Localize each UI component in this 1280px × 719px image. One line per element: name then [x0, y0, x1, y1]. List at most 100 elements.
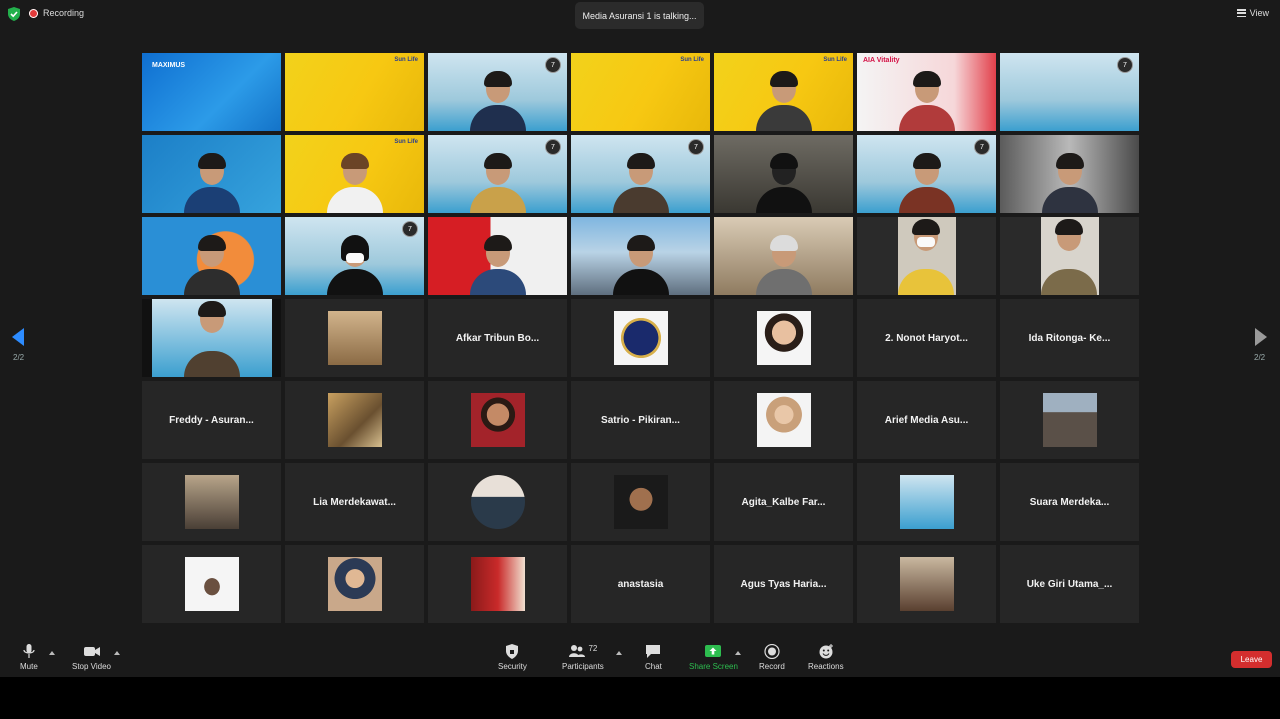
share-options-caret-icon[interactable] [735, 651, 741, 655]
video-tile[interactable] [1000, 217, 1139, 295]
participant-video [897, 217, 956, 295]
anniversary-badge: 7 [402, 221, 418, 237]
participants-button[interactable]: 72 Participants [562, 644, 604, 671]
participant-name: Agita_Kalbe Far... [741, 496, 826, 508]
anniversary-badge: 7 [688, 139, 704, 155]
video-tile[interactable]: 7 [285, 217, 424, 295]
participants-icon [569, 645, 586, 657]
mute-label: Mute [20, 662, 38, 671]
share-screen-button[interactable]: Share Screen [689, 644, 738, 671]
video-tile[interactable] [714, 217, 853, 295]
view-button[interactable]: View [1236, 8, 1269, 18]
name-tile[interactable]: Arief Media Asu... [857, 381, 996, 459]
name-tile[interactable]: Uke Giri Utama_... [1000, 545, 1139, 623]
profile-tile[interactable] [714, 299, 853, 377]
profile-tile[interactable] [1000, 381, 1139, 459]
profile-tile[interactable] [285, 299, 424, 377]
profile-tile[interactable] [428, 381, 567, 459]
name-tile[interactable]: Satrio - Pikiran... [571, 381, 710, 459]
leave-meeting-button[interactable]: Leave [1231, 651, 1272, 668]
audio-options-caret-icon[interactable] [49, 651, 55, 655]
video-tile[interactable]: Sun Life [714, 53, 853, 131]
participant-name: anastasia [617, 578, 664, 590]
video-tile[interactable] [142, 135, 281, 213]
video-tile[interactable]: 7 [857, 135, 996, 213]
video-tile[interactable] [142, 217, 281, 295]
chat-label: Chat [645, 662, 662, 671]
video-tile[interactable]: MAXIMUS [142, 53, 281, 131]
record-button[interactable]: Record [759, 644, 785, 671]
profile-tile[interactable] [571, 463, 710, 541]
profile-tile[interactable] [285, 545, 424, 623]
name-tile[interactable]: Suara Merdeka... [1000, 463, 1139, 541]
profile-picture [470, 557, 525, 611]
profile-tile[interactable] [142, 463, 281, 541]
stop-video-button[interactable]: Stop Video [72, 644, 111, 671]
profile-picture [613, 311, 668, 365]
recording-indicator[interactable]: Recording [29, 8, 84, 18]
record-icon [764, 644, 780, 659]
participant-name: Afkar Tribun Bo... [455, 332, 540, 344]
encryption-shield-icon[interactable] [8, 7, 20, 21]
name-tile[interactable]: Agita_Kalbe Far... [714, 463, 853, 541]
security-button[interactable]: Security [498, 644, 527, 671]
name-tile[interactable]: Afkar Tribun Bo... [428, 299, 567, 377]
video-tile[interactable] [857, 217, 996, 295]
profile-tile[interactable] [857, 545, 996, 623]
profile-picture [899, 557, 954, 611]
name-tile[interactable]: anastasia [571, 545, 710, 623]
video-tile[interactable]: Sun Life [285, 135, 424, 213]
video-tile[interactable] [1000, 135, 1139, 213]
participant-video [151, 299, 272, 377]
participant-name: Arief Media Asu... [884, 414, 969, 426]
next-page-arrow-icon[interactable] [1255, 328, 1267, 346]
video-tile[interactable]: AIA Vitality [857, 53, 996, 131]
video-options-caret-icon[interactable] [114, 651, 120, 655]
maximus-logo-text: MAXIMUS [152, 62, 186, 69]
sunlife-logo-text: Sun Life [394, 139, 418, 145]
video-tile[interactable]: 7 [428, 53, 567, 131]
participant-video [755, 233, 812, 295]
name-tile[interactable]: Ida Ritonga- Ke... [1000, 299, 1139, 377]
name-tile[interactable]: 2. Nonot Haryot... [857, 299, 996, 377]
profile-picture [1042, 393, 1097, 447]
video-tile[interactable] [714, 135, 853, 213]
recording-label: Recording [43, 8, 85, 18]
sunlife-logo-text: Sun Life [394, 57, 418, 63]
video-tile[interactable]: Sun Life [285, 53, 424, 131]
mute-button[interactable]: Mute [20, 644, 38, 671]
participants-count: 72 [588, 644, 598, 653]
video-tile[interactable]: 7 [428, 135, 567, 213]
video-tile[interactable]: Sun Life [571, 53, 710, 131]
participants-label: Participants [562, 662, 604, 671]
participants-options-caret-icon[interactable] [616, 651, 622, 655]
reactions-label: Reactions [808, 662, 844, 671]
participant-video [612, 233, 669, 295]
previous-page-arrow-icon[interactable] [12, 328, 24, 346]
profile-tile[interactable] [285, 381, 424, 459]
profile-tile[interactable] [571, 299, 710, 377]
stop-video-label: Stop Video [72, 662, 111, 671]
anniversary-badge: 7 [974, 139, 990, 155]
name-tile[interactable]: Freddy - Asuran... [142, 381, 281, 459]
video-tile[interactable]: 7 [571, 135, 710, 213]
profile-tile[interactable] [714, 381, 853, 459]
video-tile[interactable] [571, 217, 710, 295]
video-tile[interactable] [142, 299, 281, 377]
anniversary-badge: 7 [545, 57, 561, 73]
participant-video [326, 151, 383, 213]
participant-video [1040, 217, 1099, 295]
profile-tile[interactable] [428, 545, 567, 623]
video-tile[interactable]: 7 [1000, 53, 1139, 131]
profile-tile[interactable] [428, 463, 567, 541]
chat-button[interactable]: Chat [645, 644, 662, 671]
reactions-button[interactable]: Reactions [808, 644, 844, 671]
name-tile[interactable]: Agus Tyas Haria... [714, 545, 853, 623]
profile-tile[interactable] [857, 463, 996, 541]
name-tile[interactable]: Lia Merdekawat... [285, 463, 424, 541]
participant-name: Uke Giri Utama_... [1026, 578, 1113, 590]
sunlife-logo-text: Sun Life [680, 57, 704, 63]
profile-tile[interactable] [142, 545, 281, 623]
video-camera-icon [83, 647, 100, 656]
video-tile[interactable] [428, 217, 567, 295]
